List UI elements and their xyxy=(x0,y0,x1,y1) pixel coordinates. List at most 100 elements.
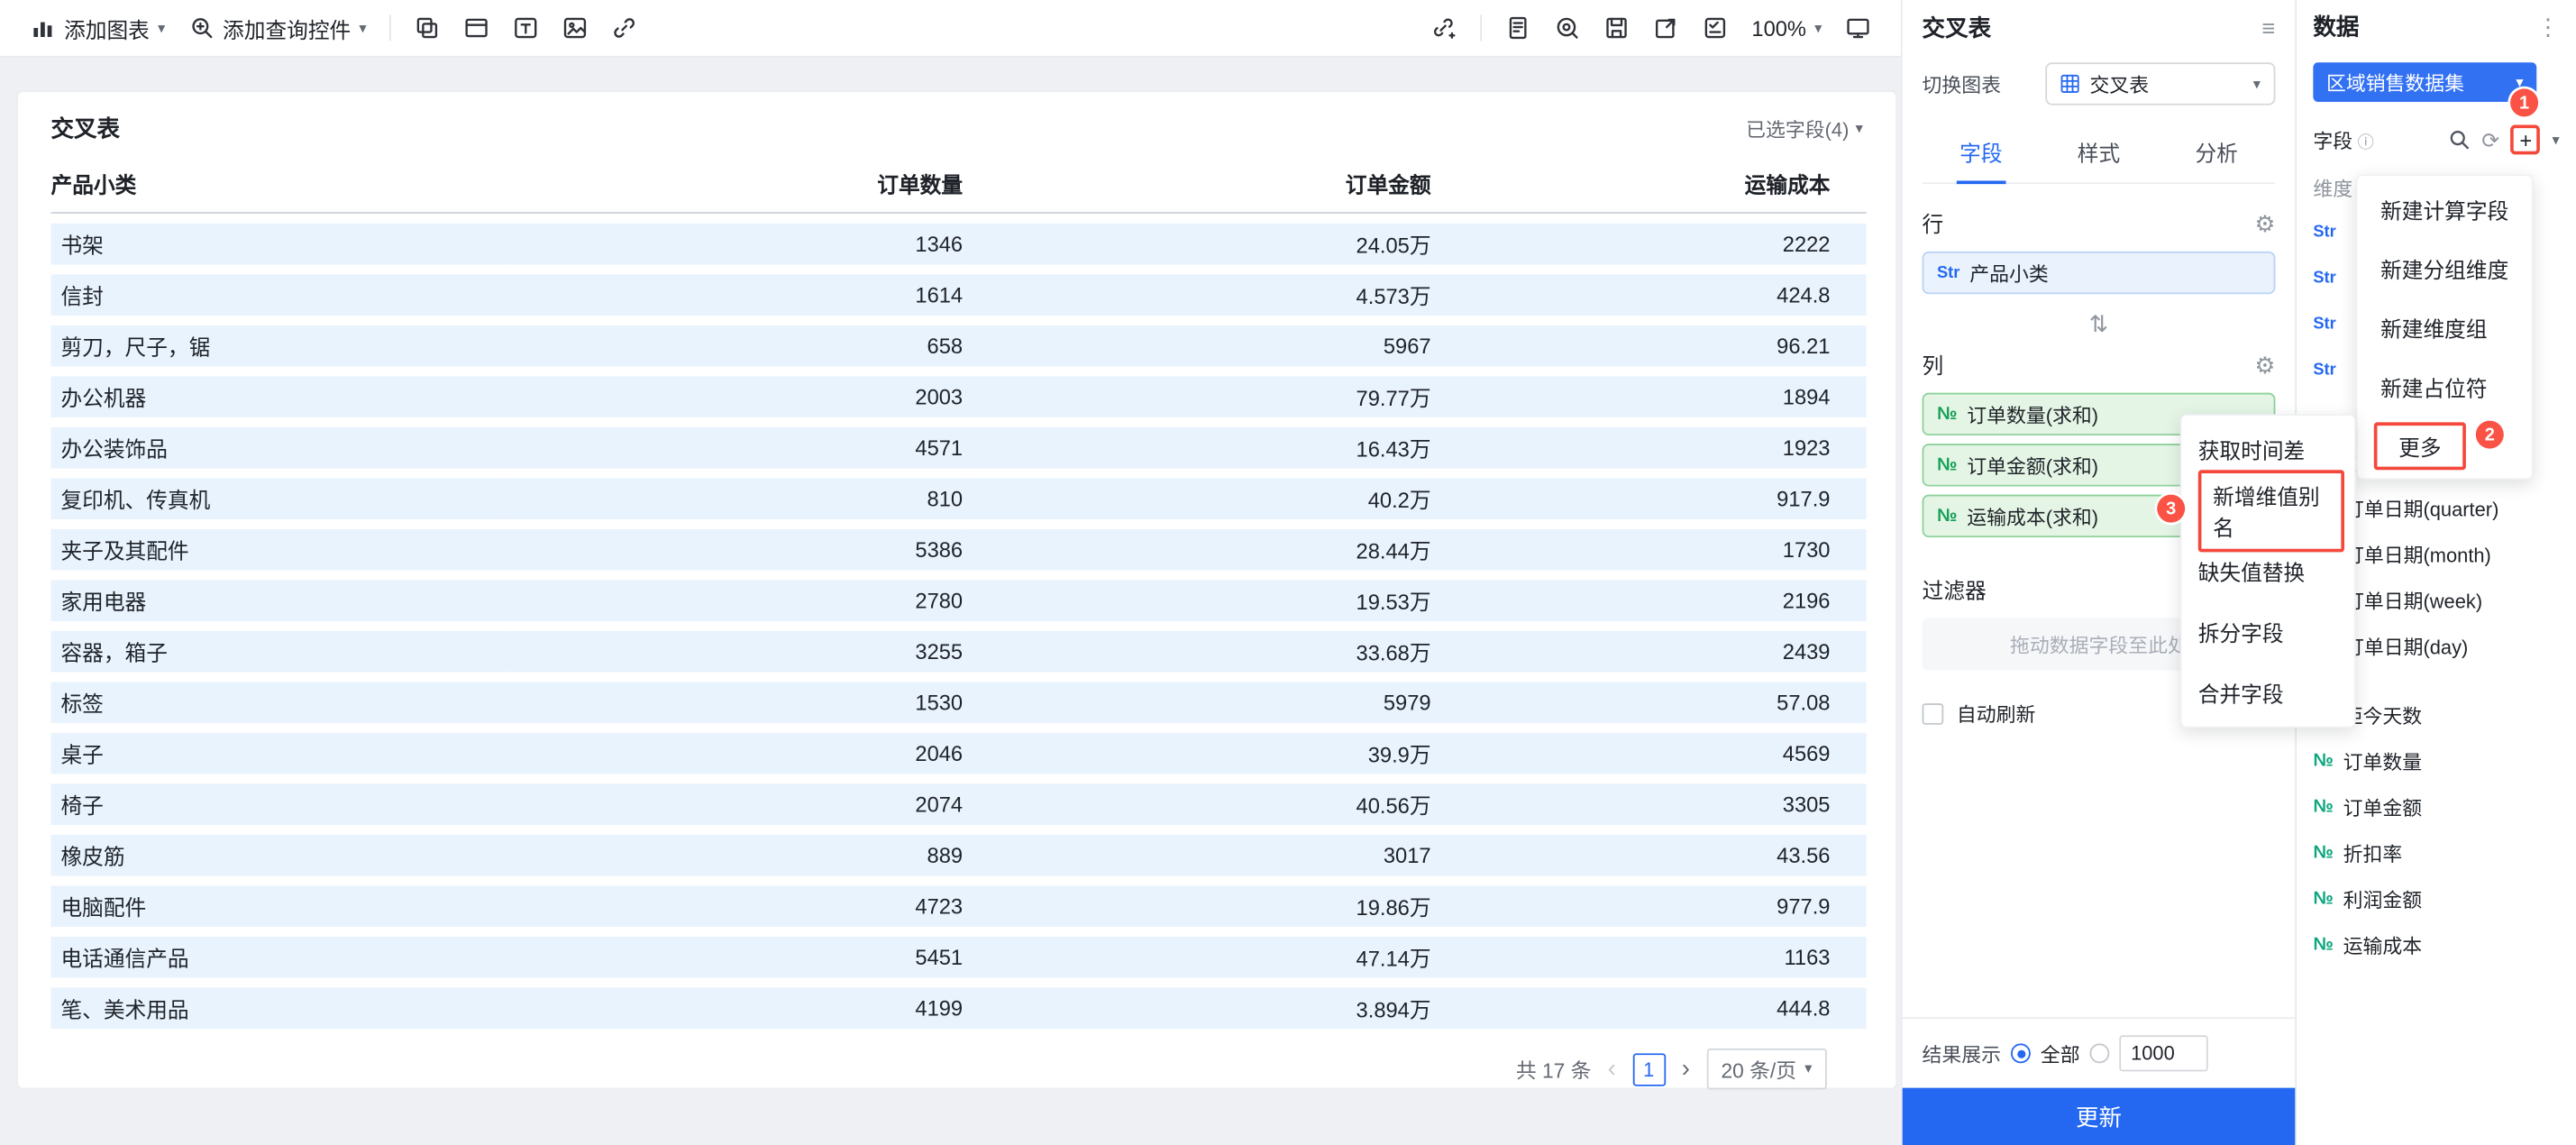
menu-item-new-calc-field[interactable]: 新建计算字段 xyxy=(2358,179,2532,239)
measure-field-item[interactable]: № 利润金额 xyxy=(2313,875,2559,921)
prev-page-button[interactable]: ‹ xyxy=(1608,1057,1616,1081)
result-limit-input[interactable] xyxy=(2119,1035,2208,1072)
insert-container-button[interactable] xyxy=(463,14,489,41)
tab-style[interactable]: 样式 xyxy=(2040,125,2158,183)
insert-link-button[interactable] xyxy=(611,14,637,41)
number-type-icon: № xyxy=(2313,889,2334,909)
add-query-control-button[interactable]: 添加查询控件 ▾ xyxy=(188,13,367,44)
page-size-select[interactable]: 20 条/页 ▾ xyxy=(1706,1048,1827,1090)
search-icon[interactable] xyxy=(2447,128,2471,151)
row-pill-label: 产品小类 xyxy=(1969,261,2049,286)
insert-image-button[interactable] xyxy=(562,14,589,41)
selected-fields-dropdown[interactable]: 已选字段(4) ▾ xyxy=(1746,114,1863,142)
cell-category: 信封 xyxy=(50,274,511,316)
table-row: 电脑配件 4723 19.86万 977.9 xyxy=(50,885,1867,928)
query-control-icon xyxy=(191,18,212,39)
tab-fields[interactable]: 字段 xyxy=(1923,125,2041,183)
row-field-pill[interactable]: Str 产品小类 xyxy=(1922,251,2276,295)
update-button[interactable]: 更新 xyxy=(1902,1087,2296,1145)
cell-order-count: 5451 xyxy=(510,936,964,978)
report-button[interactable] xyxy=(1505,14,1531,41)
menu-item-new-group-dimension[interactable]: 新建分组维度 xyxy=(2358,238,2532,298)
cell-order-count: 1614 xyxy=(510,274,964,316)
refresh-icon[interactable]: ⟳ xyxy=(2481,129,2499,151)
col-pill-label: 订单数量(求和) xyxy=(1967,403,2099,426)
table-row: 标签 1530 5979 57.08 xyxy=(50,682,1867,723)
next-page-button[interactable]: › xyxy=(1682,1057,1690,1081)
auto-refresh-checkbox[interactable] xyxy=(1922,703,1944,725)
toolbar-divider xyxy=(389,14,391,41)
collapse-panel-icon[interactable]: ≡ xyxy=(2262,16,2276,40)
selected-fields-label: 已选字段(4) xyxy=(1746,117,1850,141)
result-limit-radio[interactable] xyxy=(2089,1043,2110,1064)
export-button[interactable] xyxy=(1653,14,1679,41)
measure-field-item[interactable]: № 折扣率 xyxy=(2313,829,2559,875)
add-chart-label: 添加图表 xyxy=(64,17,150,42)
cell-shipping-cost: 4569 xyxy=(1430,732,1867,774)
text-icon xyxy=(515,17,537,39)
gear-icon[interactable]: ⚙ xyxy=(2255,353,2276,376)
filter-dropzone-hint: 拖动数据字段至此处 xyxy=(2010,633,2188,657)
tab-analysis[interactable]: 分析 xyxy=(2158,125,2276,183)
cell-category: 剪刀，尺子，锯 xyxy=(50,325,511,367)
cell-category: 办公机器 xyxy=(50,376,511,417)
result-all-radio[interactable] xyxy=(2011,1043,2031,1064)
gear-icon[interactable]: ⚙ xyxy=(2255,211,2276,234)
measure-field-item[interactable]: № 订单数量 xyxy=(2313,737,2559,783)
cross-table-card[interactable]: 交叉表 已选字段(4) ▾ 产品小类 订单数量 订单金额 运输成本 书架 134… xyxy=(16,90,1898,1090)
cell-shipping-cost: 96.21 xyxy=(1430,325,1867,367)
menu-item-new-placeholder[interactable]: 新建占位符 xyxy=(2358,357,2532,417)
string-type-icon: Str xyxy=(1936,263,1960,282)
todo-list-button[interactable] xyxy=(1703,14,1729,41)
add-query-label: 添加查询控件 xyxy=(223,17,352,42)
copy-widget-button[interactable] xyxy=(414,14,440,41)
swap-row-col-icon[interactable]: ⇅ xyxy=(2089,310,2108,338)
cell-order-count: 2780 xyxy=(510,580,964,621)
step-badge-2: 2 xyxy=(2475,420,2504,449)
add-field-button[interactable]: + xyxy=(2510,124,2541,155)
measure-field-item[interactable]: № 运输成本 xyxy=(2313,922,2559,968)
switch-chart-label: 切换图表 xyxy=(1922,73,2002,96)
insert-text-button[interactable] xyxy=(513,14,539,41)
presentation-button[interactable] xyxy=(1845,14,1871,41)
current-page[interactable]: 1 xyxy=(1632,1052,1666,1085)
table-chart-icon xyxy=(2060,74,2079,93)
measure-field-item[interactable]: № 订单金额 xyxy=(2313,783,2559,829)
save-button[interactable] xyxy=(1603,14,1630,41)
chart-type-select[interactable]: 交叉表 ▾ xyxy=(2045,62,2276,105)
cell-shipping-cost: 977.9 xyxy=(1430,885,1867,928)
cell-category: 容器，箱子 xyxy=(50,630,511,673)
menu-item-dimension-alias[interactable]: 新增维值别名 xyxy=(2182,469,2354,552)
report-icon xyxy=(1510,16,1527,40)
monitor-icon xyxy=(1847,18,1869,39)
smart-link-button[interactable] xyxy=(1431,14,1457,41)
menu-item-merge-field[interactable]: 合并字段 xyxy=(2182,663,2354,723)
cell-order-amount: 40.56万 xyxy=(963,783,1431,825)
column-header: 订单数量 xyxy=(510,158,964,214)
cell-order-amount: 3.894万 xyxy=(963,987,1431,1030)
kebab-menu-icon[interactable]: ⋮ xyxy=(2536,14,2560,38)
chevron-down-icon[interactable]: ▾ xyxy=(2553,131,2560,149)
table-row: 笔、美术用品 4199 3.894万 444.8 xyxy=(50,987,1867,1030)
menu-item-more[interactable]: 更多 xyxy=(2358,416,2532,475)
dashboard-canvas: 交叉表 已选字段(4) ▾ 产品小类 订单数量 订单金额 运输成本 书架 134… xyxy=(0,57,1901,1145)
zoom-select[interactable]: 100% ▾ xyxy=(1751,15,1822,40)
col-section-header: 列 ⚙ xyxy=(1923,348,2276,380)
info-icon: ⓘ xyxy=(2357,133,2374,152)
cell-category: 桌子 xyxy=(50,732,511,774)
dataset-selector[interactable]: 区域销售数据集 ▾ xyxy=(2313,62,2537,103)
cell-order-amount: 19.86万 xyxy=(963,885,1431,928)
filter-section-label: 过滤器 xyxy=(1922,578,1987,603)
cell-category: 书架 xyxy=(50,223,511,265)
column-header: 订单金额 xyxy=(963,158,1431,214)
column-header: 运输成本 xyxy=(1430,158,1867,214)
copy-icon xyxy=(416,17,438,39)
cell-order-count: 1530 xyxy=(510,682,964,723)
smart-link-icon xyxy=(1434,18,1456,39)
menu-item-new-dimension-group[interactable]: 新建维度组 xyxy=(2358,298,2532,357)
menu-item-split-field[interactable]: 拆分字段 xyxy=(2182,601,2354,662)
total-count: 共 17 条 xyxy=(1515,1059,1592,1084)
explore-button[interactable] xyxy=(1555,14,1581,41)
cell-category: 复印机、传真机 xyxy=(50,478,511,519)
add-chart-button[interactable]: 添加图表 ▾ xyxy=(30,13,165,44)
